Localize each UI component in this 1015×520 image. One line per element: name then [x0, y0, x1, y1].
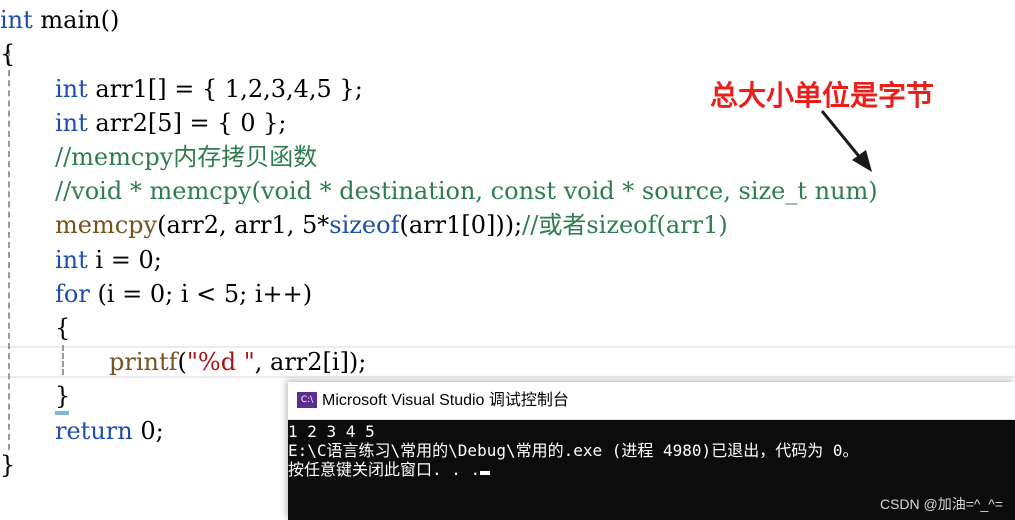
debug-console-window[interactable]: C:\ Microsoft Visual Studio 调试控制台 1 2 3 … — [288, 382, 1015, 520]
console-titlebar[interactable]: C:\ Microsoft Visual Studio 调试控制台 — [288, 382, 1015, 420]
console-line-2: E:\C语言练习\常用的\Debug\常用的.exe (进程 4980)已退出，… — [288, 441, 859, 460]
console-line-1: 1 2 3 4 5 — [288, 422, 375, 441]
console-output[interactable]: 1 2 3 4 5 E:\C语言练习\常用的\Debug\常用的.exe (进程… — [288, 420, 1015, 520]
text-cursor — [480, 471, 491, 475]
console-line-3: 按任意键关闭此窗口. . . — [288, 460, 491, 479]
watermark: CSDN @加油=^_^= — [879, 496, 1003, 512]
visual-studio-icon: C:\ — [297, 392, 317, 408]
console-title: Microsoft Visual Studio 调试控制台 — [322, 392, 569, 409]
